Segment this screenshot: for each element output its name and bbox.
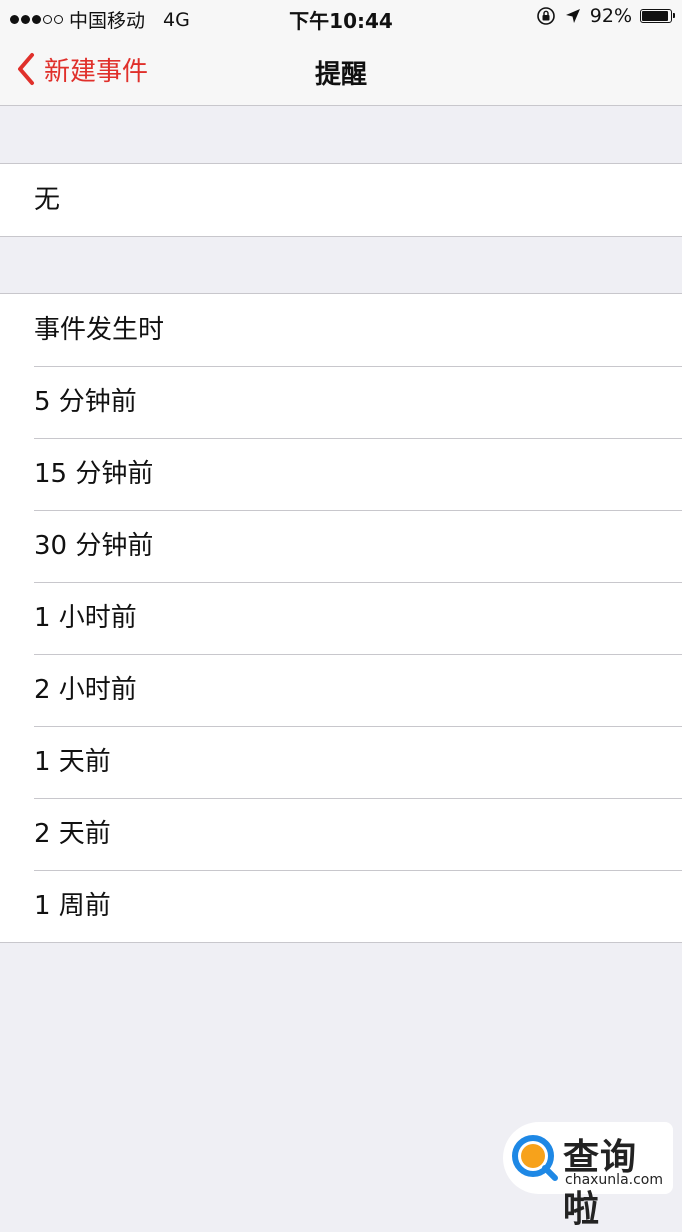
battery-fill [642,11,668,21]
option-row[interactable]: 5 分钟前 [0,366,682,438]
option-row[interactable]: 30 分钟前 [0,510,682,582]
option-group-times: 事件发生时 5 分钟前 15 分钟前 30 分钟前 1 小时前 2 小时前 1 … [0,293,682,943]
page-title: 提醒 [314,60,367,90]
status-right: 92% [536,5,675,27]
battery-icon [640,9,675,23]
option-row[interactable]: 事件发生时 [0,294,682,366]
option-row[interactable]: 15 分钟前 [0,438,682,510]
navigation-bar: 新建事件 提醒 [0,34,682,106]
option-row[interactable]: 1 小时前 [0,582,682,654]
battery-percent: 92% [589,5,632,27]
watermark-logo: 查询啦 chaxunla.com [503,1122,673,1230]
option-row[interactable]: 2 天前 [0,798,682,870]
location-arrow-icon [565,9,580,23]
option-group-none: 无 [0,163,682,237]
option-row[interactable]: 2 小时前 [0,654,682,726]
option-row[interactable]: 1 周前 [0,870,682,942]
option-row[interactable]: 1 天前 [0,726,682,798]
magnifier-logo-icon [512,1135,558,1181]
watermark-url: chaxunla.com [565,1172,663,1188]
lock-rotation-icon [536,7,555,25]
status-bar: 中国移动 4G 下午10:44 92% [0,0,682,34]
option-row[interactable]: 无 [0,164,682,236]
